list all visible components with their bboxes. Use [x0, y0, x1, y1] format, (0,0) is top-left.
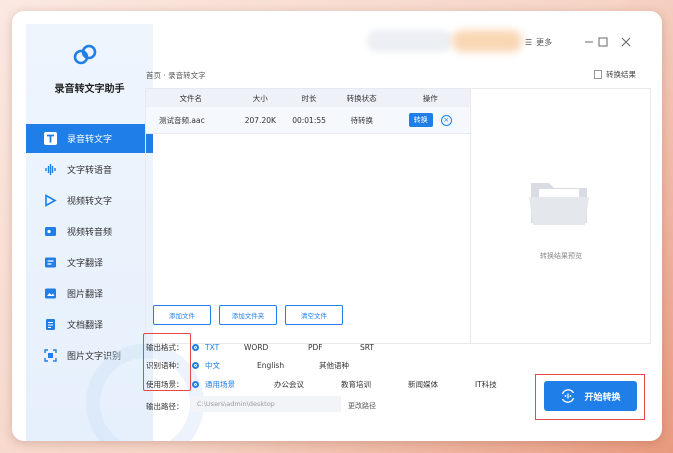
text-translate-icon	[43, 256, 57, 270]
remove-icon[interactable]: ×	[440, 114, 452, 126]
sidebar-item-label: 录音转文字	[67, 135, 113, 145]
start-convert-label: 开始转换	[584, 392, 621, 403]
scene-option-row: 使用场景： 通用场景 办公会议 教育培训 新闻媒体 IT科技	[146, 377, 497, 391]
conversion-result-label: 转换结果	[606, 70, 636, 79]
language-option-other[interactable]: 其他语种	[319, 360, 349, 371]
convert-wave-icon	[562, 389, 575, 403]
scene-option-education[interactable]: 教育培训	[341, 379, 408, 390]
conversion-result-link[interactable]: 转换结果	[594, 69, 636, 80]
minimize-button[interactable]	[583, 35, 595, 49]
sidebar-item-text-to-speech[interactable]: 文字转语音	[26, 155, 153, 184]
sidebar-item-label: 视频转音频	[67, 228, 113, 238]
sidebar-item-video-to-text[interactable]: 视频转文字	[26, 186, 153, 215]
header-filename: 文件名	[179, 93, 202, 103]
table-row[interactable]: 测试音频.aac 207.20K 00:01:55 待转换 转换 ×	[146, 107, 470, 134]
empty-folder-icon	[529, 183, 589, 225]
format-option-pdf[interactable]: PDF	[308, 343, 360, 352]
breadcrumb: 首页 · 录音转文字	[146, 71, 206, 80]
result-preview-panel: 转换结果预览	[471, 88, 651, 344]
file-list-panel: 文件名 大小 时长 转换状态 操作 测试音频.aac 207.20K 00:01…	[145, 88, 471, 344]
header-size: 大小	[252, 93, 268, 103]
file-duration: 00:01:55	[292, 115, 326, 125]
ocr-scan-icon	[43, 349, 57, 363]
radio-selected-icon	[192, 361, 199, 369]
radio-selected-icon	[192, 343, 199, 351]
sidebar-item-label: 文字转语音	[67, 166, 113, 176]
preview-label: 转换结果预览	[540, 252, 582, 260]
header-status: 转换状态	[346, 93, 377, 103]
format-label: 输出格式：	[146, 342, 184, 352]
clear-files-button[interactable]: 清空文件	[285, 305, 343, 325]
file-name: 测试音频.aac	[159, 115, 205, 125]
scene-label: 使用场景：	[146, 379, 184, 389]
scene-option-meeting[interactable]: 办公会议	[274, 379, 341, 390]
table-header: 文件名 大小 时长 转换状态 操作	[146, 89, 470, 107]
file-buttons: 添加文件 添加文件夹 清空文件	[153, 305, 343, 325]
sidebar-item-video-to-audio[interactable]: 视频转音频	[26, 217, 153, 246]
output-path-input[interactable]: C:\Users\admin\desktop	[191, 396, 341, 412]
scene-option-it[interactable]: IT科技	[475, 379, 497, 390]
language-option-row: 识别语种： 中文 English 其他语种	[146, 358, 349, 372]
header-duration: 时长	[301, 93, 317, 103]
start-convert-button[interactable]: 开始转换	[544, 381, 637, 411]
change-path-link[interactable]: 更改路径	[348, 401, 376, 411]
document-translate-icon	[43, 318, 57, 332]
file-icon	[594, 70, 602, 79]
sidebar-item-audio-to-text[interactable]: 录音转文字	[26, 124, 153, 153]
sidebar-item-text-translate[interactable]: 文字翻译	[26, 248, 153, 277]
sidebar: 录音转文字助手 录音转文字 文字转语音 视频转文字 视频转音频 文字翻译 图片翻…	[26, 24, 204, 441]
menu-lines-icon: ☰	[525, 37, 533, 47]
sidebar-nav: 录音转文字 文字转语音 视频转文字 视频转音频 文字翻译 图片翻译 文档翻译 图…	[26, 124, 153, 372]
header-action: 操作	[422, 93, 438, 103]
convert-button[interactable]: 转换	[408, 113, 433, 127]
format-option-txt[interactable]: TXT	[192, 343, 244, 352]
format-option-srt[interactable]: SRT	[360, 343, 374, 352]
add-file-button[interactable]: 添加文件	[153, 305, 211, 325]
close-button[interactable]	[620, 35, 632, 49]
video-audio-icon	[43, 225, 57, 239]
scene-option-general[interactable]: 通用场景	[192, 379, 274, 390]
sidebar-item-label: 文字翻译	[67, 259, 104, 269]
maximize-icon	[598, 37, 608, 47]
maximize-button[interactable]	[597, 35, 609, 49]
add-folder-button[interactable]: 添加文件夹	[219, 305, 277, 325]
sidebar-item-label: 文档翻译	[67, 321, 104, 331]
app-window: 录音转文字助手 录音转文字 文字转语音 视频转文字 视频转音频 文字翻译 图片翻…	[12, 11, 662, 441]
scene-option-news[interactable]: 新闻媒体	[408, 379, 475, 390]
language-label: 识别语种：	[146, 360, 184, 370]
video-play-icon	[43, 194, 57, 208]
more-label: 更多	[536, 37, 553, 47]
text-t-icon	[43, 132, 57, 146]
app-logo-icon	[73, 44, 97, 65]
sidebar-item-document-translate[interactable]: 文档翻译	[26, 310, 153, 339]
file-size: 207.20K	[244, 115, 276, 125]
minimize-icon	[585, 41, 593, 43]
language-option-english[interactable]: English	[257, 361, 319, 370]
format-option-row: 输出格式： TXT WORD PDF SRT	[146, 340, 374, 354]
image-translate-icon	[43, 287, 57, 301]
close-icon	[621, 37, 631, 47]
language-option-chinese[interactable]: 中文	[192, 360, 257, 371]
format-option-word[interactable]: WORD	[244, 343, 308, 352]
blurred-vip-badge	[452, 30, 522, 52]
voice-wave-icon	[43, 163, 57, 177]
more-menu-button[interactable]: ☰ 更多	[525, 35, 552, 49]
sidebar-item-label: 视频转文字	[67, 197, 113, 207]
sidebar-item-image-translate[interactable]: 图片翻译	[26, 279, 153, 308]
app-title: 录音转文字助手	[54, 84, 125, 95]
blurred-account-area	[367, 30, 452, 52]
row-actions: 转换 ×	[391, 113, 470, 127]
sidebar-item-label: 图片翻译	[67, 290, 104, 300]
radio-selected-icon	[192, 380, 199, 388]
file-status: 待转换	[350, 115, 373, 125]
output-path-label: 输出路径：	[146, 402, 184, 411]
